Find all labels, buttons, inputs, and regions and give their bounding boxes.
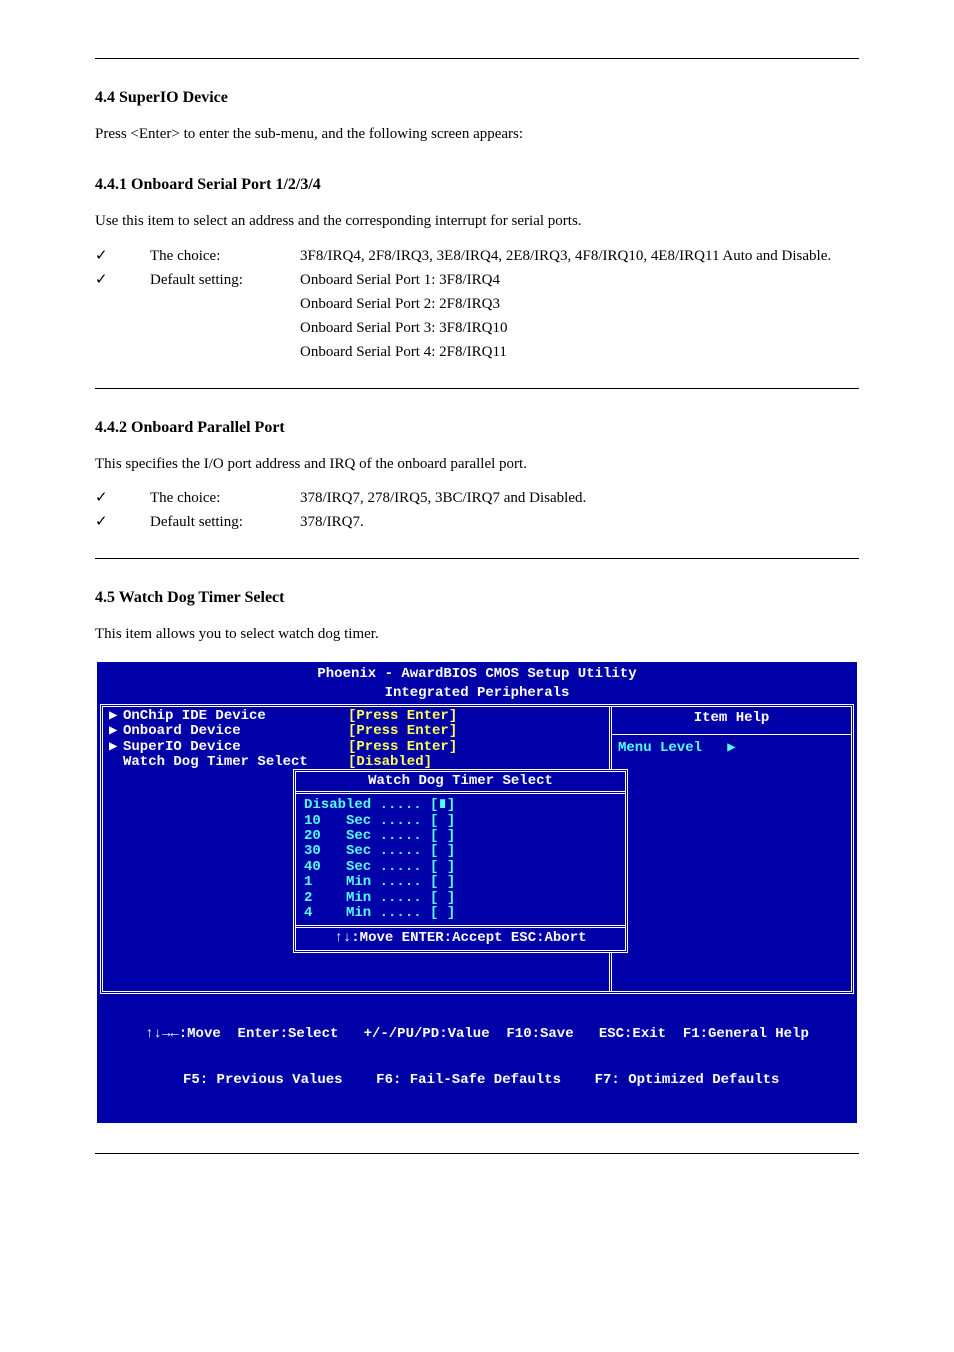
- bios-help-panel: Item Help Menu Level ▶: [609, 707, 851, 991]
- top-rule: [95, 58, 859, 59]
- bios-settings-panel: ▶ OnChip IDE Device [Press Enter] ▶ Onbo…: [103, 707, 609, 991]
- check-icon: ✓: [95, 244, 150, 268]
- popup-option-mark: [438, 843, 446, 859]
- spacer: [109, 755, 123, 770]
- bios-title-2: Integrated Peripherals: [100, 684, 854, 703]
- bios-item-onchip-ide[interactable]: ▶ OnChip IDE Device [Press Enter]: [109, 709, 603, 724]
- popup-title: Watch Dog Timer Select: [296, 772, 625, 794]
- bios-title-1: Phoenix - AwardBIOS CMOS Setup Utility: [100, 665, 854, 684]
- bios-item-value: [Press Enter]: [348, 724, 603, 739]
- menu-level-icon: ▶: [727, 740, 735, 756]
- watchdog-popup: Watch Dog Timer Select Disabled ..... [∎…: [293, 769, 628, 953]
- bios-item-label: OnChip IDE Device: [123, 709, 348, 724]
- default-value-3: Onboard Serial Port 3: 3F8/IRQ10: [300, 316, 859, 340]
- section-4-4-2-title: 4.4.2 Onboard Parallel Port: [95, 419, 859, 437]
- divider-rule: [95, 388, 859, 389]
- popup-option-label: 20 Sec: [304, 828, 371, 844]
- default-value: 378/IRQ7.: [300, 510, 859, 534]
- popup-option-label: 2 Min: [304, 890, 371, 906]
- choice-value: 3F8/IRQ4, 2F8/IRQ3, 3E8/IRQ4, 2E8/IRQ3, …: [300, 244, 859, 268]
- default-value-4: Onboard Serial Port 4: 2F8/IRQ11: [300, 340, 859, 364]
- section-4-4-1-text: Use this item to select an address and t…: [95, 210, 859, 233]
- check-icon: ✓: [95, 510, 150, 534]
- popup-option-mark: [438, 905, 446, 921]
- popup-option-4min[interactable]: 4 Min ..... [ ]: [304, 906, 617, 921]
- submenu-icon: ▶: [109, 740, 123, 755]
- item-help-title: Item Help: [618, 709, 845, 728]
- popup-option-mark: [438, 828, 446, 844]
- bios-item-label: Onboard Device: [123, 724, 348, 739]
- section-4-5-text: This item allows you to select watch dog…: [95, 623, 859, 646]
- submenu-icon: ▶: [109, 709, 123, 724]
- popup-option-1min[interactable]: 1 Min ..... [ ]: [304, 875, 617, 890]
- popup-option-label: 1 Min: [304, 874, 371, 890]
- bottom-rule: [95, 1153, 859, 1154]
- section-4-4-title: 4.4 SuperIO Device: [95, 89, 859, 107]
- submenu-icon: ▶: [109, 724, 123, 739]
- popup-option-mark: ∎: [438, 797, 446, 813]
- bios-footer-line-2: F5: Previous Values F6: Fail-Safe Defaul…: [100, 1073, 854, 1088]
- default-value-1: Onboard Serial Port 1: 3F8/IRQ4: [300, 268, 859, 292]
- menu-level-row: Menu Level ▶: [618, 741, 845, 756]
- popup-option-mark: [438, 890, 446, 906]
- popup-option-mark: [438, 874, 446, 890]
- section-4-4-1-title: 4.4.1 Onboard Serial Port 1/2/3/4: [95, 176, 859, 194]
- popup-option-10sec[interactable]: 10 Sec ..... [ ]: [304, 814, 617, 829]
- popup-option-label: 30 Sec: [304, 843, 371, 859]
- default-value-2: Onboard Serial Port 2: 2F8/IRQ3: [300, 292, 859, 316]
- choice-label: The choice:: [150, 486, 300, 510]
- popup-option-label: 40 Sec: [304, 859, 371, 875]
- section-4-4-2-text: This specifies the I/O port address and …: [95, 453, 859, 476]
- popup-option-2min[interactable]: 2 Min ..... [ ]: [304, 891, 617, 906]
- popup-option-30sec[interactable]: 30 Sec ..... [ ]: [304, 844, 617, 859]
- check-icon: ✓: [95, 268, 150, 292]
- bios-item-onboard-device[interactable]: ▶ Onboard Device [Press Enter]: [109, 724, 603, 739]
- choice-value: 378/IRQ7, 278/IRQ5, 3BC/IRQ7 and Disable…: [300, 486, 859, 510]
- menu-level-label: Menu Level: [618, 740, 702, 756]
- popup-option-label: 4 Min: [304, 905, 371, 921]
- choices-table-4-4-2: ✓ The choice: 378/IRQ7, 278/IRQ5, 3BC/IR…: [95, 486, 859, 534]
- popup-option-label: Disabled: [304, 797, 371, 813]
- section-4-5-title: 4.5 Watch Dog Timer Select: [95, 589, 859, 607]
- bios-item-value: [Press Enter]: [348, 740, 603, 755]
- bios-item-value: [Press Enter]: [348, 709, 603, 724]
- popup-option-20sec[interactable]: 20 Sec ..... [ ]: [304, 829, 617, 844]
- popup-option-mark: [438, 859, 446, 875]
- bios-item-superio-device[interactable]: ▶ SuperIO Device [Press Enter]: [109, 740, 603, 755]
- section-4-4-intro: Press <Enter> to enter the sub-menu, and…: [95, 123, 859, 146]
- popup-option-disabled[interactable]: Disabled ..... [∎]: [304, 798, 617, 813]
- popup-hint: ↑↓:Move ENTER:Accept ESC:Abort: [296, 925, 625, 949]
- popup-option-40sec[interactable]: 40 Sec ..... [ ]: [304, 860, 617, 875]
- bios-screen: Phoenix - AwardBIOS CMOS Setup Utility I…: [97, 662, 857, 1123]
- default-label: Default setting:: [150, 268, 300, 292]
- choice-label: The choice:: [150, 244, 300, 268]
- check-icon: ✓: [95, 486, 150, 510]
- bios-footer-line-1: ↑↓→←:Move Enter:Select +/-/PU/PD:Value F…: [100, 1027, 854, 1042]
- divider-rule: [95, 558, 859, 559]
- popup-option-mark: [438, 813, 446, 829]
- choices-table-4-4-1: ✓ The choice: 3F8/IRQ4, 2F8/IRQ3, 3E8/IR…: [95, 244, 859, 364]
- default-label: Default setting:: [150, 510, 300, 534]
- bios-item-label: SuperIO Device: [123, 740, 348, 755]
- popup-option-label: 10 Sec: [304, 813, 371, 829]
